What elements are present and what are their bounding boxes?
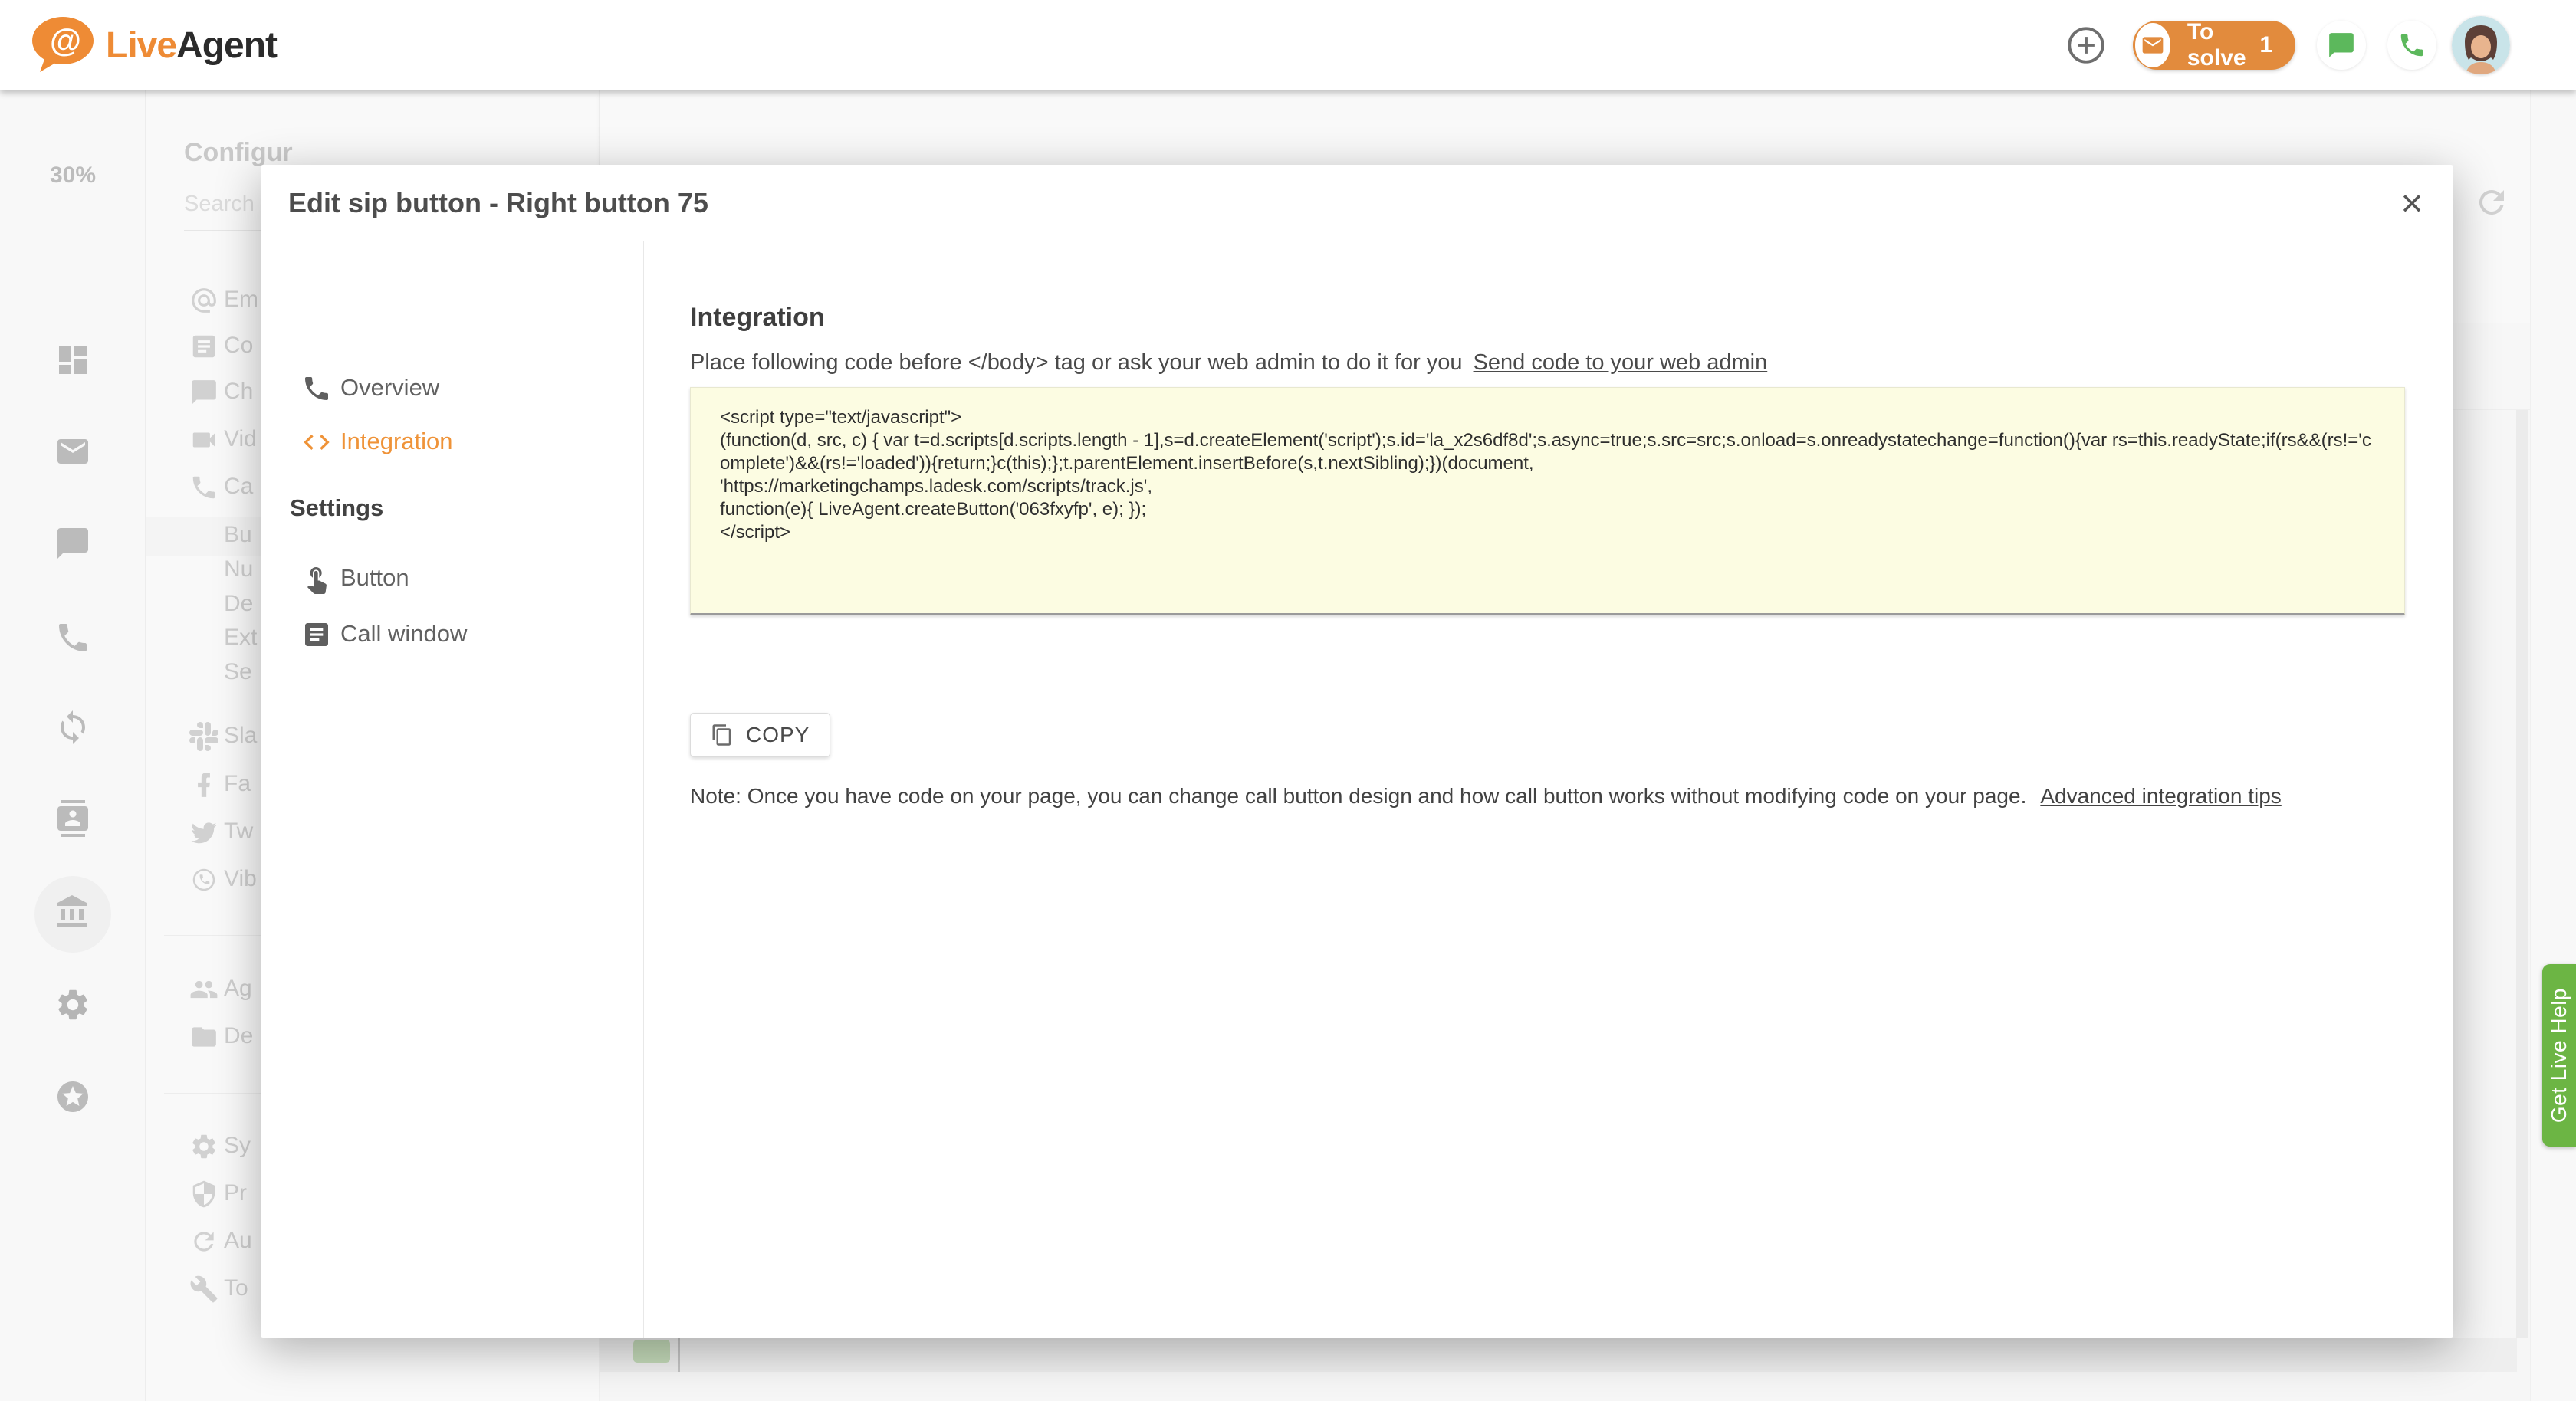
to-solve-count: 1 <box>2259 32 2272 58</box>
envelope-icon <box>2141 33 2165 57</box>
get-live-help-tab[interactable]: Get Live Help <box>2542 964 2576 1147</box>
close-icon[interactable]: × <box>2390 182 2433 225</box>
advanced-tips-link[interactable]: Advanced integration tips <box>2040 784 2281 808</box>
touch-icon <box>301 563 332 594</box>
top-header: @ LiveAgent To solve 1 <box>0 0 2576 90</box>
copy-button[interactable]: COPY <box>690 713 830 757</box>
note-icon <box>301 619 332 650</box>
liveagent-logo[interactable]: @ LiveAgent <box>29 15 277 75</box>
dialog-nav: Overview Integration Settings Button Cal… <box>261 241 644 1338</box>
send-code-link[interactable]: Send code to your web admin <box>1474 350 1768 375</box>
to-solve-button[interactable]: To solve 1 <box>2133 21 2295 70</box>
phone-icon <box>2397 31 2426 60</box>
logo-wordmark: LiveAgent <box>106 25 277 67</box>
get-live-help-label: Get Live Help <box>2547 988 2571 1123</box>
to-solve-circle <box>2135 23 2170 67</box>
integration-note: Note: Once you have code on your page, y… <box>690 784 2282 809</box>
nav-settings-header: Settings <box>290 494 383 522</box>
to-solve-label: To solve <box>2187 19 2259 71</box>
dialog-titlebar: Edit sip button - Right button 75 × <box>261 165 2453 241</box>
integration-code-textarea[interactable]: <script type="text/javascript"> (functio… <box>690 387 2405 615</box>
nav-item-overview[interactable]: Overview <box>261 367 644 410</box>
integration-intro: Place following code before </body> tag … <box>690 350 1767 376</box>
nav-item-call-window[interactable]: Call window <box>261 613 644 656</box>
code-icon <box>301 427 332 458</box>
phone-icon <box>301 373 332 404</box>
copy-icon <box>711 723 734 746</box>
integration-heading: Integration <box>690 303 825 333</box>
integration-panel: Integration Place following code before … <box>644 241 2453 1338</box>
chat-bubble-icon <box>2327 31 2356 60</box>
chats-button[interactable] <box>2317 21 2366 70</box>
plus-circle-icon <box>2064 23 2108 67</box>
copy-label: COPY <box>746 723 810 747</box>
user-avatar[interactable] <box>2452 16 2510 74</box>
add-button[interactable] <box>2062 21 2111 70</box>
svg-text:@: @ <box>50 22 81 58</box>
nav-item-button[interactable]: Button <box>261 557 644 600</box>
dialog-title: Edit sip button - Right button 75 <box>288 165 708 241</box>
avatar-image <box>2452 16 2510 74</box>
liveagent-logo-icon: @ <box>29 15 95 75</box>
nav-item-integration[interactable]: Integration <box>261 421 644 464</box>
calls-button[interactable] <box>2387 21 2436 70</box>
edit-sip-button-dialog: Edit sip button - Right button 75 × Over… <box>261 165 2453 1338</box>
